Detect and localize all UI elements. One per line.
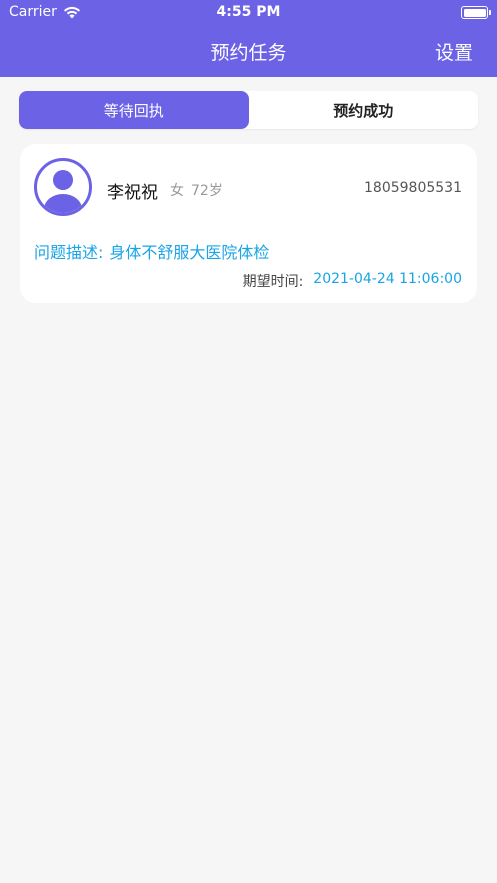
patient-gender: 女 [170, 183, 184, 199]
segment-control: 等待回执 预约成功 [19, 91, 478, 129]
battery-icon [461, 6, 491, 19]
app-header: Carrier 4:55 PM 预约任务 设置 [0, 0, 497, 77]
patient-age: 72岁 [191, 183, 223, 199]
tab-waiting-receipt[interactable]: 等待回执 [19, 91, 249, 129]
expected-time: 期望时间: 2021-04-24 11:06:00 [243, 271, 462, 291]
status-time: 4:55 PM [216, 4, 281, 20]
problem-description: 问题描述: 身体不舒服大医院体检 [34, 239, 269, 263]
page-title: 预约任务 [210, 42, 287, 64]
status-bar: Carrier 4:55 PM [0, 0, 497, 26]
avatar [34, 158, 92, 216]
expect-label: 期望时间: [242, 274, 304, 290]
patient-phone: 18059805531 [364, 180, 462, 196]
patient-name: 李祝祝 [107, 183, 158, 203]
settings-button[interactable]: 设置 [435, 38, 473, 65]
tab-appointment-success[interactable]: 预约成功 [249, 91, 479, 129]
appointment-card[interactable]: 李祝祝 女 72岁 18059805531 问题描述: 身体不舒服大医院体检 期… [20, 144, 477, 303]
user-icon [44, 170, 82, 213]
desc-label: 问题描述: [34, 243, 104, 262]
desc-value: 身体不舒服大医院体检 [109, 243, 270, 262]
patient-info: 女 72岁 [170, 180, 223, 200]
expect-value: 2021-04-24 11:06:00 [313, 271, 462, 287]
